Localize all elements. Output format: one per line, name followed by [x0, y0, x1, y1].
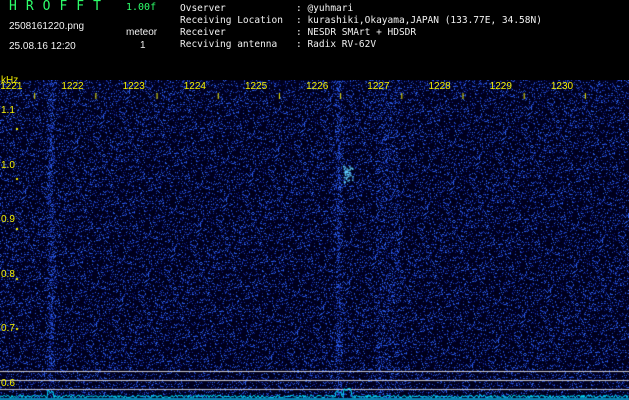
station-row-antenna: Recviving antenna : Radix RV-62V: [180, 39, 542, 51]
x-tick-label: 1222: [61, 81, 84, 92]
y-tick-label: 0.9: [1, 214, 15, 226]
x-tick-label: 1228: [428, 81, 451, 92]
station-value: : @yuhmari: [296, 3, 354, 14]
hrofft-window: HROFFT 1.00f 2508161220.png meteor 25.08…: [0, 0, 629, 400]
y-tick-label: 1.1: [1, 105, 15, 117]
station-label: Receiver: [180, 27, 226, 38]
y-tick-label: 0.8: [1, 268, 15, 280]
spectrogram-canvas[interactable]: [0, 80, 629, 400]
x-tick-label: 1224: [183, 81, 206, 92]
station-row-observer: Ovserver : @yuhmari: [180, 3, 542, 15]
app-version: 1.00f: [126, 2, 157, 13]
station-label: Receiving Location: [180, 15, 283, 26]
timestamp: 25.08.16 12:20: [9, 41, 76, 52]
meteor-count: 1: [140, 40, 146, 51]
station-value: : Radix RV-62V: [296, 39, 377, 50]
station-row-receiver: Receiver : NESDR SMArt + HDSDR: [180, 27, 542, 39]
x-tick-label: 1221: [0, 81, 23, 92]
x-tick-label: 1226: [306, 81, 329, 92]
x-tick-label: 1223: [122, 81, 145, 92]
station-label: Ovserver: [180, 3, 226, 14]
y-tick-label: 1.0: [1, 159, 15, 171]
station-value: : NESDR SMArt + HDSDR: [296, 27, 417, 38]
y-tick-label: 0.6: [1, 377, 15, 389]
x-tick-label: 1229: [489, 81, 512, 92]
station-row-location: Receiving Location : kurashiki,Okayama,JA…: [180, 15, 542, 27]
station-label: Recviving antenna: [180, 39, 278, 50]
x-tick-label: 1227: [367, 81, 390, 92]
y-tick-label: 0.7: [1, 323, 15, 335]
app-title: HROFFT: [9, 0, 110, 14]
x-tick-label: 1230: [550, 81, 574, 92]
file-name: 2508161220.png: [9, 21, 85, 32]
x-tick-label: 1225: [244, 81, 268, 92]
meteor-label: meteor: [126, 27, 158, 38]
station-value: : kurashiki,Okayama,JAPAN (133.77E, 34.5…: [296, 15, 542, 26]
station-info: Ovserver : @yuhmari Receiving Location : k…: [180, 3, 542, 51]
